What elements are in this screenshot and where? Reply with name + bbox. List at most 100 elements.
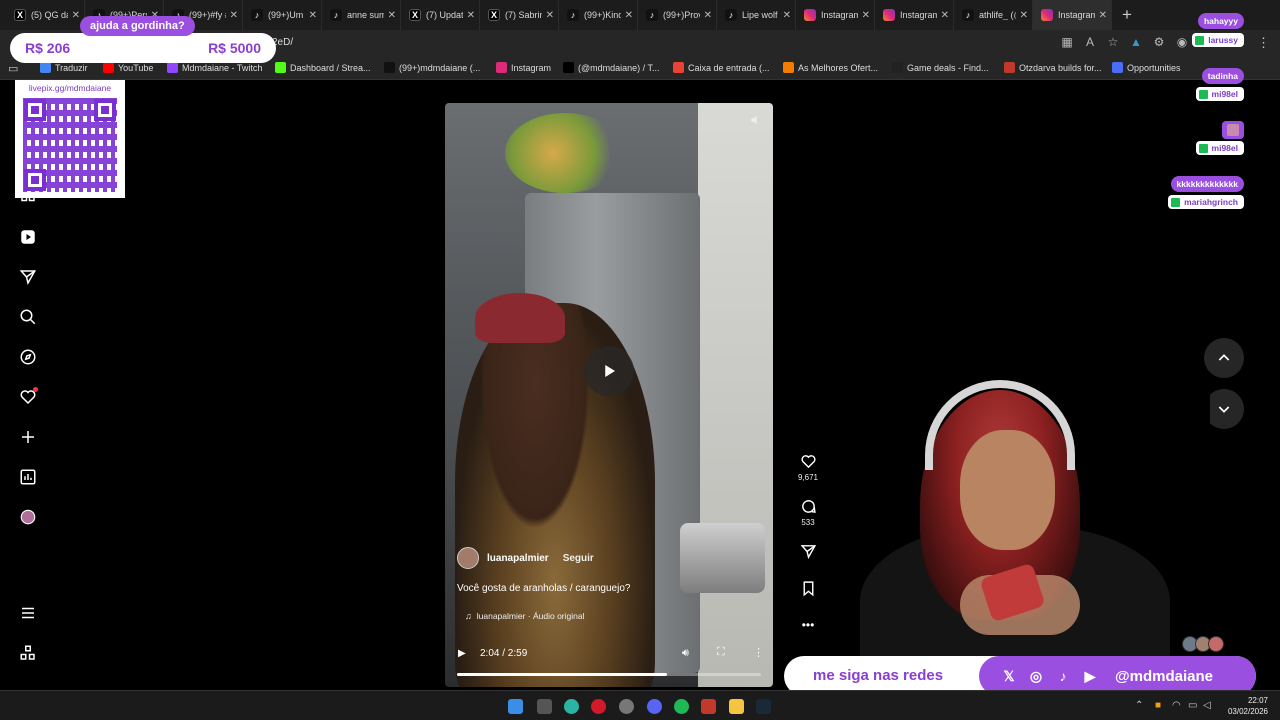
app-icon[interactable] [701,699,716,714]
sidebar-toggle-icon[interactable]: ▭ [8,62,18,75]
apps-icon[interactable]: ▦ [1060,35,1074,49]
play-button[interactable] [584,346,634,396]
close-tab-icon[interactable]: ✕ [1099,10,1107,21]
close-tab-icon[interactable]: ✕ [783,10,791,21]
bookmark-item[interactable]: As Melhores Ofert... [783,62,878,73]
tray-app-icon[interactable]: ■ [1155,700,1161,711]
previous-reel-button[interactable] [1204,338,1244,378]
browser-tab[interactable]: Instagram ✕ [796,0,875,30]
reels-icon[interactable] [18,227,38,247]
also-from-meta-icon[interactable] [18,643,38,663]
fullscreen-icon[interactable]: ⛶ [717,646,725,659]
task-view-icon[interactable] [537,699,552,714]
explore-compass-icon[interactable] [18,347,38,367]
bookmark-favicon-icon [892,62,903,73]
bookmark-item[interactable]: Dashboard / Strea... [275,62,371,73]
follow-button[interactable]: Seguir [563,553,594,564]
x-icon: X [409,9,421,21]
close-tab-icon[interactable]: ✕ [704,10,712,21]
browser-tab[interactable]: ♪ (99+)Um p ✕ [243,0,322,30]
browser-tab[interactable]: ♪ anne sum ✕ [322,0,401,30]
volume-tray-icon[interactable]: ◁ [1203,700,1211,711]
search-icon[interactable] [18,307,38,327]
browser-tab[interactable]: Instagram ✕ [875,0,954,30]
reel-audio[interactable]: ♫ luanapalmier · Áudio original [465,611,584,621]
bookmark-item[interactable]: Opportunities [1112,62,1181,73]
author-name[interactable]: luanapalmier [487,553,549,564]
more-options-icon[interactable]: ⋮ [753,646,764,659]
chevron-up-icon [1218,354,1230,361]
bookmark-star-icon[interactable]: ☆ [1106,35,1120,49]
close-tab-icon[interactable]: ✕ [625,10,633,21]
browser-tab[interactable]: Instagram ✕ [1033,0,1112,30]
discord-icon[interactable] [647,699,662,714]
more-menu-icon[interactable] [18,603,38,623]
progress-bar[interactable] [457,673,761,676]
bookmark-label: Traduzir [55,62,88,73]
reel-video[interactable]: luanapalmier Seguir Você gosta de aranho… [445,103,773,687]
bookmark-favicon-icon [783,62,794,73]
bookmark-item[interactable]: Otzdarva builds for... [1004,62,1102,73]
close-tab-icon[interactable]: ✕ [1020,10,1028,21]
edge-browser-icon[interactable] [564,699,579,714]
bookmark-item[interactable]: (@mdmdaiane) / T... [563,62,660,73]
tray-chevron-icon[interactable]: ⌃ [1135,700,1143,711]
dashboard-icon[interactable] [18,467,38,487]
create-plus-icon[interactable] [18,427,38,447]
obs-icon[interactable] [619,699,634,714]
share-action[interactable] [794,543,822,560]
bookmark-favicon-icon [103,62,114,73]
bookmark-item[interactable]: YouTube [103,62,153,73]
messages-icon[interactable] [18,267,38,287]
social-handle: @mdmdaiane [1115,667,1213,685]
bookmark-label: As Melhores Ofert... [798,62,879,73]
close-tab-icon[interactable]: ✕ [941,10,949,21]
sound-icon[interactable] [749,113,763,127]
browser-tab[interactable]: ♪ (99+)Prov ✕ [638,0,717,30]
opera-browser-icon[interactable] [591,699,606,714]
close-tab-icon[interactable]: ✕ [388,10,396,21]
browser-menu-icon[interactable]: ⋮ [1257,35,1270,51]
browser-tab[interactable]: X (5) QG da ✕ [6,0,85,30]
like-action[interactable]: 9,671 [794,453,822,482]
network-icon[interactable]: ◠ [1172,700,1181,711]
comment-action[interactable]: 533 [794,498,822,527]
bookmark-item[interactable]: Mdmdaiane - Twitch [167,62,262,73]
control-play-icon[interactable]: ▶ [458,648,466,659]
next-reel-button[interactable] [1204,389,1244,429]
extension-icon[interactable]: ▲ [1129,35,1143,49]
system-clock[interactable]: 22:07 03/02/2026 [1228,695,1268,717]
more-actions[interactable]: ••• [794,618,822,632]
bookmark-item[interactable]: Traduzir [40,62,88,73]
battery-icon[interactable]: ▭ [1188,700,1197,711]
steam-icon[interactable] [756,699,771,714]
file-explorer-icon[interactable] [729,699,744,714]
browser-tab[interactable]: X (7) Sabrin ✕ [480,0,559,30]
bookmark-item[interactable]: Instagram [496,62,551,73]
close-tab-icon[interactable]: ✕ [72,10,80,21]
close-tab-icon[interactable]: ✕ [862,10,870,21]
browser-tab[interactable]: X (7) Updat ✕ [401,0,480,30]
volume-icon[interactable]: 🔊︎ [682,647,689,660]
notifications-heart-icon[interactable] [18,387,38,407]
tab-label: (7) Sabrin [505,10,542,20]
bookmark-item[interactable]: Caixa de entrada (... [673,62,770,73]
browser-tab[interactable]: ♪ athlife_ (@ ✕ [954,0,1033,30]
bookmark-item[interactable]: (99+)mdmdaiane (... [384,62,480,73]
settings-gear-icon[interactable]: ⚙ [1152,35,1166,49]
start-menu-icon[interactable] [508,699,523,714]
close-tab-icon[interactable]: ✕ [467,10,475,21]
close-tab-icon[interactable]: ✕ [230,10,238,21]
bookmark-item[interactable]: Game deals - Find... [892,62,989,73]
author-avatar[interactable] [457,547,479,569]
profile-icon[interactable]: ◉ [1175,35,1189,49]
translate-icon[interactable]: A [1083,35,1097,49]
profile-avatar-icon[interactable] [18,507,38,527]
close-tab-icon[interactable]: ✕ [546,10,554,21]
close-tab-icon[interactable]: ✕ [309,10,317,21]
browser-tab[interactable]: ♪ Lipe wolf ✕ [717,0,796,30]
save-action[interactable] [794,580,822,597]
spotify-icon[interactable] [674,699,689,714]
new-tab-button[interactable]: + [1112,0,1142,30]
browser-tab[interactable]: ♪ (99+)Kind ✕ [559,0,638,30]
